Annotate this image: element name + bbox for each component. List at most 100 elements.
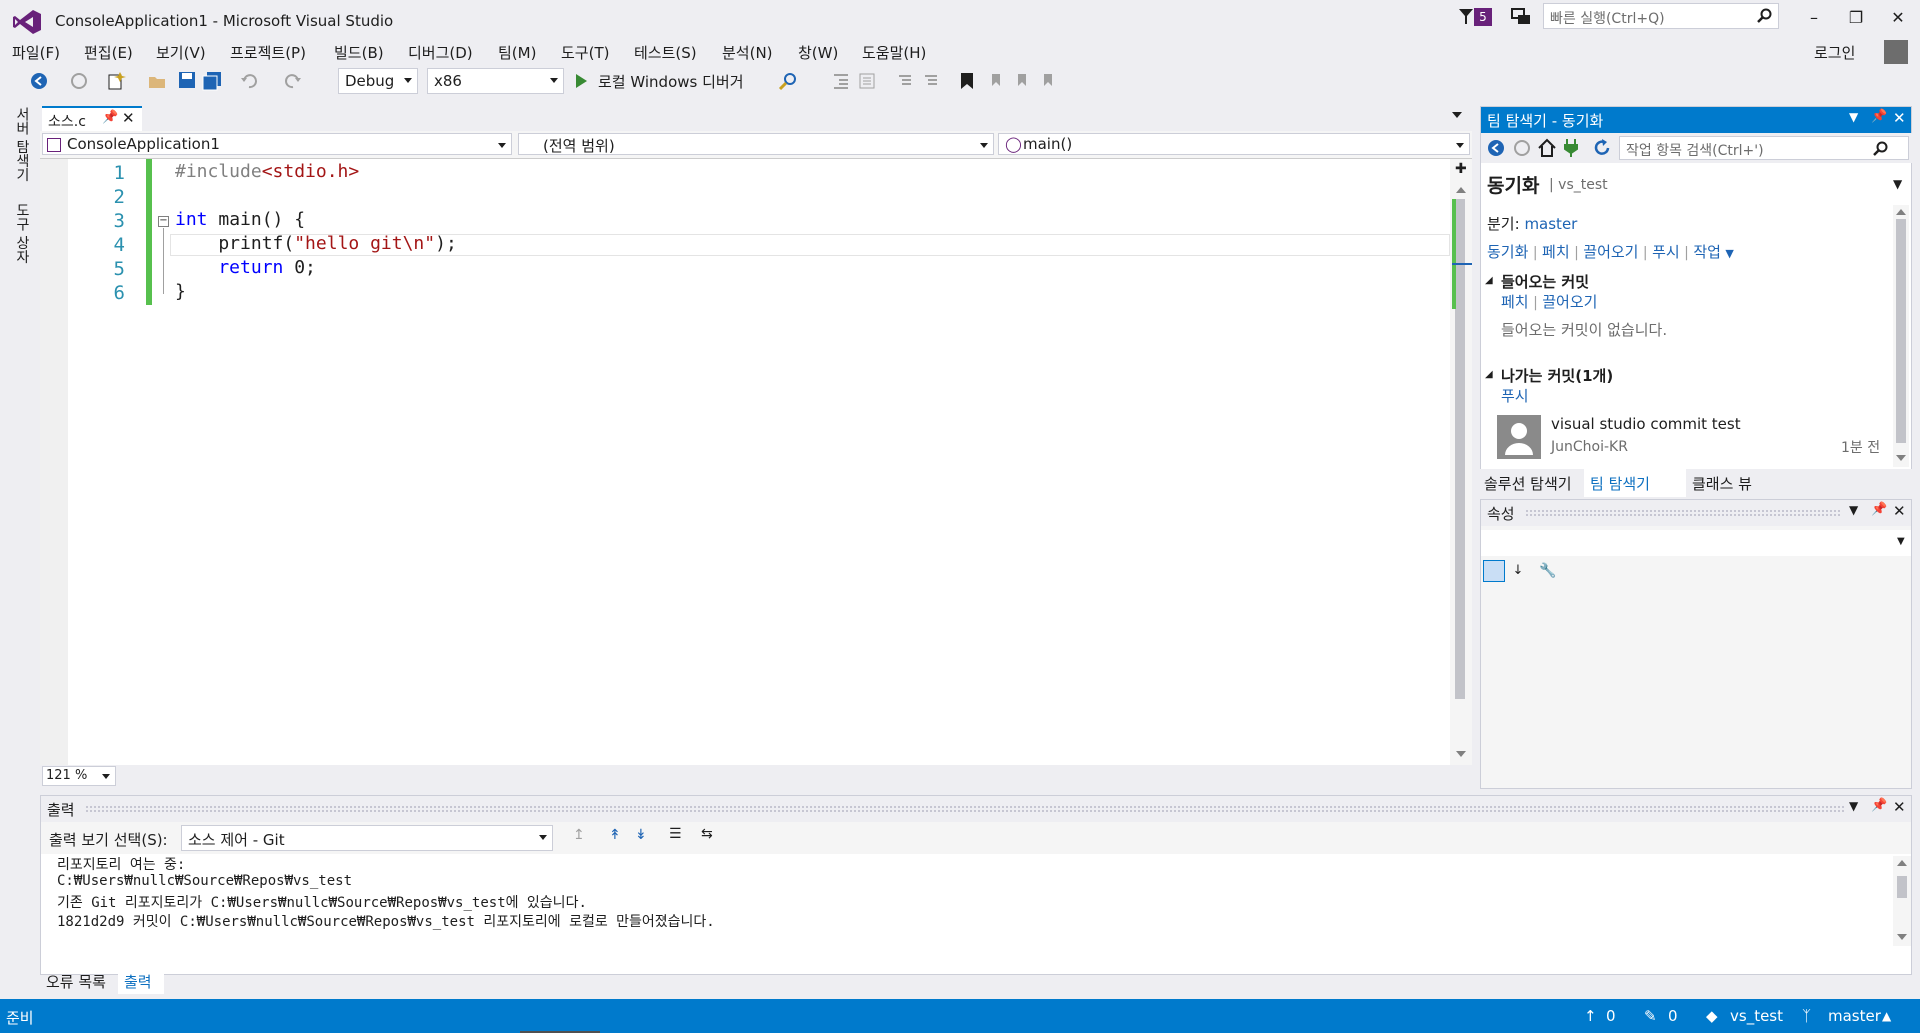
home-icon[interactable] [1537, 138, 1557, 158]
menu-help[interactable]: 도움말(H) [862, 42, 926, 63]
status-repo[interactable]: vs_test [1730, 1007, 1783, 1025]
clear-all-icon[interactable]: ☰ [669, 826, 682, 842]
outdent-icon[interactable] [858, 72, 876, 90]
menu-view[interactable]: 보기(V) [156, 42, 206, 63]
incoming-fetch-link[interactable]: 페치 [1501, 293, 1529, 311]
close-icon[interactable]: ✕ [122, 109, 135, 127]
dropdown-icon[interactable]: ▼ [1849, 799, 1858, 813]
collapse-triangle-icon[interactable]: ◢ [1485, 275, 1493, 286]
avatar[interactable] [1884, 40, 1908, 64]
menu-edit[interactable]: 편집(E) [84, 42, 133, 63]
actions-link[interactable]: 작업 [1693, 243, 1721, 261]
pin-icon[interactable]: 📌 [1871, 798, 1887, 813]
menu-build[interactable]: 빌드(B) [334, 42, 384, 63]
pull-link[interactable]: 끌어오기 [1583, 243, 1638, 261]
project-select[interactable]: ConsoleApplication1 [42, 133, 512, 155]
chevron-up-icon[interactable]: ▲ [1882, 1009, 1891, 1023]
next-bookmark-icon[interactable] [1014, 72, 1032, 90]
tab-team-explorer-active[interactable]: 팀 탐색기 [1584, 469, 1686, 497]
chevron-down-icon[interactable]: ▼ [1725, 247, 1733, 260]
unpublished-commits-count[interactable]: 0 [1606, 1007, 1616, 1025]
prev-bookmark-icon[interactable] [988, 72, 1006, 90]
code-editor[interactable]: 1 2 3 4 5 6 − #include<stdio.h> int main… [40, 159, 1450, 765]
work-item-search-input[interactable]: 작업 항목 검색(Ctrl+') [1619, 136, 1909, 160]
member-select[interactable]: ◯ main() [998, 133, 1470, 155]
save-icon[interactable] [178, 71, 196, 89]
undo-icon[interactable] [240, 72, 258, 90]
bookmark-icon[interactable] [960, 72, 974, 90]
connect-icon[interactable] [1563, 138, 1579, 158]
minimize-button[interactable]: – [1800, 6, 1828, 30]
toolbox-tab[interactable]: 도구 상자 [12, 203, 32, 263]
indent-icon[interactable] [832, 72, 850, 90]
incoming-commits-title[interactable]: 들어오는 커밋 [1501, 271, 1589, 292]
save-all-icon[interactable] [202, 71, 222, 91]
close-button[interactable]: ✕ [1884, 6, 1912, 30]
outgoing-push-link[interactable]: 푸시 [1501, 385, 1529, 406]
menu-project[interactable]: 프로젝트(P) [230, 42, 306, 63]
outgoing-commits-title[interactable]: 나가는 커밋(1개) [1501, 365, 1613, 386]
open-file-icon[interactable] [148, 71, 168, 91]
clear-bookmarks-icon[interactable] [1040, 72, 1058, 90]
next-message-icon[interactable]: ↡ [635, 827, 647, 843]
tab-solution-explorer[interactable]: 솔루션 탐색기 [1484, 473, 1572, 494]
push-link[interactable]: 푸시 [1652, 243, 1680, 261]
editor-vertical-scrollbar[interactable]: ✚ [1450, 159, 1472, 765]
feedback-icon[interactable] [1510, 7, 1532, 27]
menu-team[interactable]: 팀(M) [498, 42, 536, 63]
find-message-icon[interactable]: ↥ [573, 827, 585, 843]
menu-window[interactable]: 창(W) [798, 42, 838, 63]
scroll-up-icon[interactable] [1897, 860, 1907, 866]
scroll-down-icon[interactable] [1456, 751, 1466, 757]
push-link[interactable]: 푸시 [1501, 387, 1529, 405]
new-project-icon[interactable] [106, 71, 126, 91]
maximize-button[interactable]: ❐ [1842, 6, 1870, 30]
pending-changes-count[interactable]: 0 [1668, 1007, 1678, 1025]
pin-icon[interactable]: 📌 [1871, 502, 1887, 517]
server-explorer-tab[interactable]: 서버 탐색기 [12, 107, 32, 181]
close-icon[interactable]: ✕ [1893, 502, 1906, 520]
scroll-down-icon[interactable] [1896, 455, 1906, 461]
close-icon[interactable]: ✕ [1893, 109, 1906, 127]
menu-debug[interactable]: 디버그(D) [408, 42, 473, 63]
word-wrap-icon[interactable]: ⇆ [701, 826, 713, 842]
login-link[interactable]: 로그인 [1814, 42, 1855, 63]
page-menu-icon[interactable]: ▼ [1893, 177, 1902, 191]
team-explorer-scrollbar[interactable] [1893, 205, 1909, 467]
tab-error-list[interactable]: 오류 목록 [46, 971, 106, 992]
scroll-thumb[interactable] [1455, 199, 1465, 699]
status-branch[interactable]: master [1828, 1007, 1881, 1025]
pin-icon[interactable]: 📌 [1871, 109, 1887, 124]
tab-overflow-icon[interactable] [1452, 112, 1462, 118]
solution-config-select[interactable]: Debug [338, 68, 418, 94]
close-icon[interactable]: ✕ [1893, 798, 1906, 816]
tab-source-c[interactable]: 소스.c 📌 ✕ [42, 106, 142, 131]
categorized-icon[interactable] [1483, 560, 1505, 582]
scroll-up-icon[interactable] [1456, 187, 1466, 193]
platform-select[interactable]: x86 [427, 68, 564, 94]
scroll-down-icon[interactable] [1897, 934, 1907, 940]
menu-test[interactable]: 테스트(S) [634, 42, 697, 63]
dropdown-icon[interactable]: ▼ [1849, 503, 1858, 517]
notifications-button[interactable]: 5 [1458, 8, 1492, 28]
alphabetical-icon[interactable]: ↓ [1507, 560, 1529, 582]
collapse-icon[interactable]: − [158, 216, 169, 227]
fetch-link[interactable]: 페치 [1542, 243, 1570, 261]
prev-message-icon[interactable]: ↟ [609, 827, 621, 843]
forward-icon[interactable] [70, 72, 88, 90]
sync-link[interactable]: 동기화 [1487, 243, 1528, 261]
tab-class-view[interactable]: 클래스 뷰 [1692, 473, 1752, 494]
scroll-thumb[interactable] [1897, 876, 1907, 898]
output-source-select[interactable]: 소스 제어 - Git [181, 825, 553, 851]
redo-icon[interactable] [284, 72, 302, 90]
menu-file[interactable]: 파일(F) [12, 42, 60, 63]
forward-icon[interactable] [1513, 139, 1531, 157]
refresh-icon[interactable] [1593, 139, 1611, 157]
object-select[interactable]: ▼ [1481, 530, 1911, 556]
back-icon[interactable] [1487, 139, 1505, 157]
zoom-select[interactable]: 121 % [42, 766, 116, 786]
output-scrollbar[interactable] [1893, 856, 1911, 946]
uncomment-icon[interactable] [922, 72, 940, 90]
collapse-triangle-icon[interactable]: ◢ [1485, 369, 1493, 380]
quick-launch-input[interactable]: 빠른 실행(Ctrl+Q) [1543, 3, 1779, 29]
